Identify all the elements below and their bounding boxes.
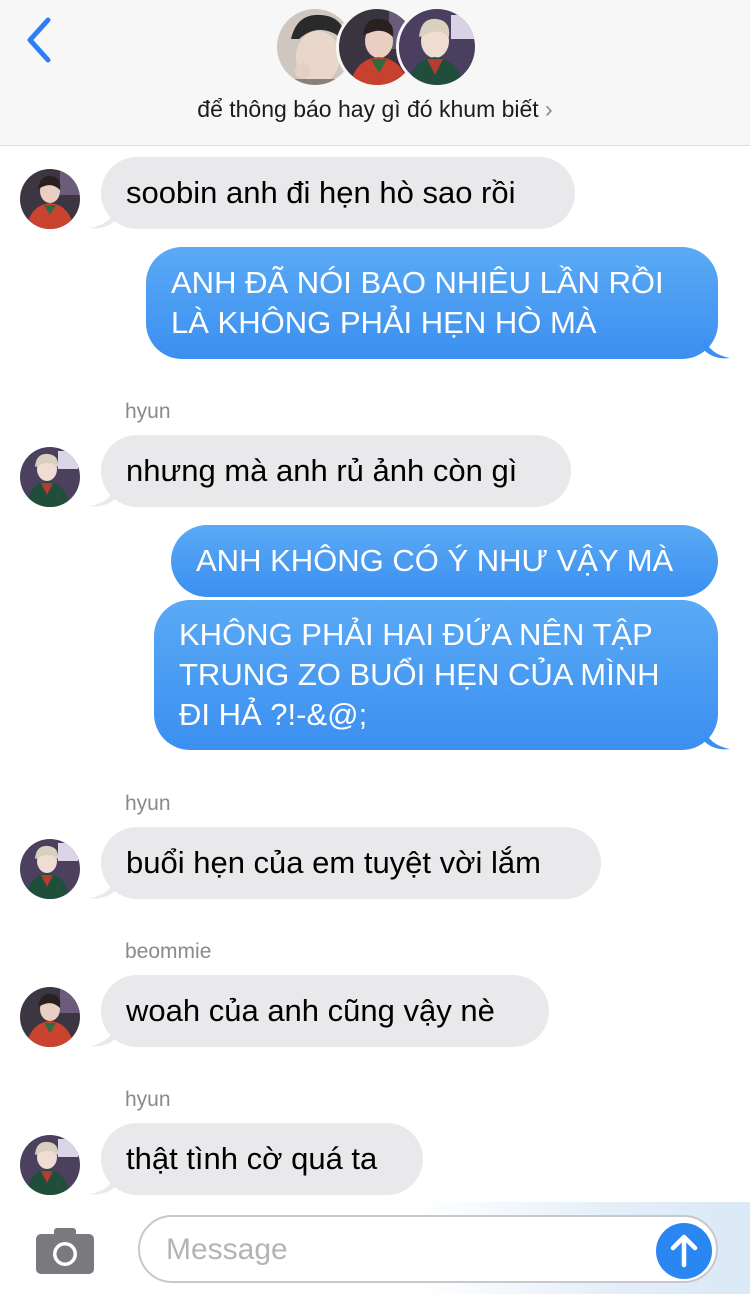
sender-name: beommie	[125, 940, 212, 963]
bubble-tail	[90, 876, 116, 899]
send-button[interactable]	[656, 1223, 712, 1279]
message-bubble-incoming[interactable]: buổi hẹn của em tuyệt vời lắm	[101, 827, 601, 899]
message-text-line: ĐI HẢ ?!-&@;	[179, 697, 368, 732]
message-text: buổi hẹn của em tuyệt vời lắm	[126, 845, 541, 880]
message-text-line: LÀ KHÔNG PHẢI HẸN HÒ MÀ	[171, 305, 597, 340]
conversation-title[interactable]: để thông báo hay gì đó khum biết ›	[0, 96, 750, 124]
camera-icon	[36, 1228, 94, 1274]
avatar-red-jacket	[20, 169, 80, 229]
group-avatars[interactable]	[274, 6, 478, 92]
group-avatar	[396, 6, 478, 88]
camera-button[interactable]	[34, 1224, 96, 1276]
message-bubble-outgoing[interactable]: ANH ĐÃ NÓI BAO NHIÊU LẦN RỒI LÀ KHÔNG PH…	[146, 247, 718, 359]
message-bubble-incoming[interactable]: thật tình cờ quá ta	[101, 1123, 423, 1195]
conversation-title-text: để thông báo hay gì đó khum biết	[197, 96, 539, 122]
avatar[interactable]	[20, 447, 80, 507]
message-text-line: ANH ĐÃ NÓI BAO NHIÊU LẦN RỒI	[171, 265, 664, 300]
message-bubble-incoming[interactable]: nhưng mà anh rủ ảnh còn gì	[101, 435, 571, 507]
avatar[interactable]	[20, 839, 80, 899]
avatar[interactable]	[20, 169, 80, 229]
sender-name: hyun	[125, 792, 171, 815]
bubble-tail	[90, 1024, 116, 1047]
message-input-bar	[0, 1202, 750, 1294]
arrow-up-icon	[670, 1234, 698, 1268]
message-text: woah của anh cũng vậy nè	[126, 993, 495, 1028]
message-input[interactable]	[166, 1227, 646, 1273]
back-button[interactable]	[20, 14, 60, 66]
chevron-left-icon	[27, 17, 51, 63]
message-text-line: ANH KHÔNG CÓ Ý NHƯ VẬY MÀ	[196, 543, 674, 578]
bubble-tail	[90, 484, 116, 507]
avatar-green-jacket	[20, 1135, 80, 1195]
message-bubble-incoming[interactable]: soobin anh đi hẹn hò sao rồi	[101, 157, 575, 229]
avatar-green-jacket	[20, 839, 80, 899]
bubble-tail	[704, 336, 730, 359]
bubble-tail	[90, 206, 116, 229]
message-bubble-incoming[interactable]: woah của anh cũng vậy nè	[101, 975, 549, 1047]
avatar[interactable]	[20, 1135, 80, 1195]
message-text: nhưng mà anh rủ ảnh còn gì	[126, 453, 518, 488]
message-text-line: TRUNG ZO BUỔI HẸN CỦA MÌNH	[179, 657, 660, 692]
sender-name: hyun	[125, 400, 171, 423]
conversation-header: để thông báo hay gì đó khum biết ›	[0, 0, 750, 146]
message-text-line: KHÔNG PHẢI HAI ĐỨA NÊN TẬP	[179, 617, 653, 652]
avatar-red-jacket	[20, 987, 80, 1047]
bubble-tail	[704, 727, 730, 750]
message-field[interactable]	[138, 1215, 718, 1283]
message-bubble-outgoing[interactable]: ANH KHÔNG CÓ Ý NHƯ VẬY MÀ	[171, 525, 718, 597]
message-text: thật tình cờ quá ta	[126, 1141, 378, 1176]
sender-name: hyun	[125, 1088, 171, 1111]
bubble-tail	[90, 1172, 116, 1195]
avatar-green-jacket	[20, 447, 80, 507]
message-bubble-outgoing[interactable]: KHÔNG PHẢI HAI ĐỨA NÊN TẬP TRUNG ZO BUỔI…	[154, 600, 718, 750]
chevron-right-icon: ›	[544, 96, 553, 123]
message-text: soobin anh đi hẹn hò sao rồi	[126, 175, 516, 210]
avatar[interactable]	[20, 987, 80, 1047]
